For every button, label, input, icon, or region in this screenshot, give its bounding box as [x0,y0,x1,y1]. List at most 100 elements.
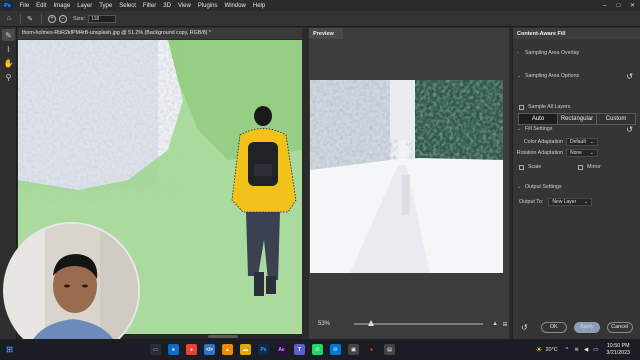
color-adaptation-dropdown[interactable]: Default ⌄ [566,138,598,146]
tray-chevron-icon[interactable]: ^ [566,347,569,353]
brush-tool-icon[interactable]: ✎ [25,14,35,24]
whatsapp-icon[interactable]: ✆ [312,344,323,355]
clock[interactable]: 10:50 PM 3/21/2023 [606,343,630,357]
scale-mirror-row: Scale Mirror [513,164,640,170]
minimize-icon[interactable]: – [598,0,611,11]
chevron-down-icon: ⌄ [589,139,594,145]
options-bar: ⌂ ✎ + − Size: 118 [0,11,640,27]
brush-icon[interactable]: ✎ [2,29,15,41]
menu-file[interactable]: File [16,3,33,9]
color-adaptation-value: Default [570,139,586,145]
preview-image[interactable] [310,80,503,273]
menu-window[interactable]: Window [221,3,249,9]
mirror-label: Mirror [587,164,601,170]
mirror-checkbox[interactable] [578,164,583,170]
menu-3d[interactable]: 3D [160,3,175,9]
teams-icon[interactable]: T [294,344,305,355]
content-aware-fill-panel: Content-Aware Fill › Sampling Area Overl… [512,28,640,339]
scale-checkbox[interactable] [519,164,524,170]
home-icon[interactable]: ⌂ [4,14,14,24]
document-tab[interactable]: thom-holmes-RbR2kfPM4rB-unsplash.jpg @ 5… [18,28,302,39]
zoom-out-icon[interactable]: ▲ [491,320,499,328]
size-input[interactable]: 118 [88,14,117,23]
zoom-icon[interactable]: ⚲ [2,71,15,83]
menu-type[interactable]: Type [96,3,116,9]
output-to-dropdown[interactable]: New Layer ⌄ [548,198,593,206]
mode-auto-button[interactable]: Auto [519,114,558,124]
menu-image[interactable]: Image [50,3,74,9]
chevron-down-icon: ⌄ [517,126,522,132]
menu-view[interactable]: View [174,3,194,9]
mail-icon[interactable]: ✉ [330,344,341,355]
menu-select[interactable]: Select [116,3,140,9]
system-tray: ☀ 20°C ^ ≋ ◀ ▭ 10:50 PM 3/21/2023 [535,339,640,360]
app-icon[interactable]: ▤ [384,344,395,355]
sampling-options-header[interactable]: ⌄ Sampling Area Options ↺ [513,72,640,81]
hand-icon[interactable]: ✋ [2,57,15,69]
ok-button[interactable]: OK [540,321,567,333]
chevron-down-icon: ⌄ [517,184,522,190]
file-explorer-icon[interactable]: ▬ [240,344,251,355]
vlc-icon[interactable]: ▲ [222,344,233,355]
reset-icon[interactable]: ↺ [626,72,633,81]
lasso-icon[interactable]: ⌇ [2,43,15,55]
chevron-down-icon: ⌄ [584,199,589,205]
apply-button[interactable]: Apply [573,321,600,333]
sampling-overlay-row[interactable]: › Sampling Area Overlay [513,50,640,56]
output-settings-header[interactable]: ⌄ Output Settings [513,184,640,190]
close-icon[interactable]: ✕ [626,0,639,11]
sampling-options-label: Sampling Area Options [525,73,580,79]
wifi-icon[interactable]: ≋ [574,347,579,353]
output-to-value: New Layer [552,199,577,205]
fill-settings-header[interactable]: ⌄ Fill Settings ↺ [513,125,640,134]
store-icon[interactable]: ▣ [348,344,359,355]
maximize-icon[interactable]: □ [612,0,625,11]
task-view-icon[interactable]: ▭ [150,344,161,355]
options-divider [20,13,21,24]
volume-icon[interactable]: ◀ [584,347,588,353]
scrollbar-thumb[interactable] [208,335,238,338]
clock-time: 10:50 PM [606,342,630,349]
fill-settings-label: Fill Settings [525,126,553,132]
weather-temp[interactable]: 20°C [545,347,557,353]
reset-icon[interactable]: ↺ [626,125,633,134]
rotation-adaptation-dropdown[interactable]: None ⌄ [566,149,598,157]
sample-all-layers-checkbox[interactable] [519,104,524,110]
preview-scene [310,80,503,273]
zoom-slider-handle[interactable] [367,320,374,326]
menu-edit[interactable]: Edit [33,3,50,9]
sample-all-layers-row[interactable]: Sample All Layers [513,104,640,110]
menu-plugins[interactable]: Plugins [194,3,221,9]
subtract-from-selection-icon[interactable]: − [59,14,67,23]
photoshop-icon[interactable]: Ps [258,344,269,355]
battery-icon[interactable]: ▭ [593,347,598,353]
mode-custom-button[interactable]: Custom [597,114,635,124]
menu-filter[interactable]: Filter [139,3,159,9]
menu-help[interactable]: Help [249,3,268,9]
menu-layer[interactable]: Layer [74,3,96,9]
zoom-in-icon[interactable]: ⊞ [501,320,509,328]
preview-zoom-bar: 53% ▲ ⊞ [309,316,509,332]
taskbar: ⊞ ▭ e ● </> ▲ ▬ Ps Ae T ✆ ✉ ▣ ● ▤ ☀ 20°C… [0,339,640,360]
reset-all-icon[interactable]: ↺ [521,323,528,332]
photoshop-logo: Ps [2,1,13,10]
windows-start-icon[interactable]: ⊞ [4,344,15,355]
output-to-label: Output To: [519,199,544,205]
mode-rectangular-button[interactable]: Rectangular [558,114,597,124]
zoom-value[interactable]: 53% [318,321,336,327]
after-effects-icon[interactable]: Ae [276,344,287,355]
rotation-adaptation-label: Rotation Adaptation [516,150,563,156]
edge-icon[interactable]: e [168,344,179,355]
vscode-icon[interactable]: </> [204,344,215,355]
size-label: Size: [73,15,86,22]
cancel-button[interactable]: Cancel [606,321,633,333]
weather-icon: ☀ [535,345,543,354]
add-to-selection-icon[interactable]: + [48,14,56,23]
recorder-icon[interactable]: ● [366,344,377,355]
color-adaptation-row: Color Adaptation Default ⌄ [513,138,640,146]
output-settings-label: Output Settings [525,184,562,190]
preview-tab[interactable]: Preview [309,28,343,39]
clock-date: 3/21/2023 [606,349,630,356]
chrome-icon[interactable]: ● [186,344,197,355]
zoom-slider[interactable] [353,320,484,326]
